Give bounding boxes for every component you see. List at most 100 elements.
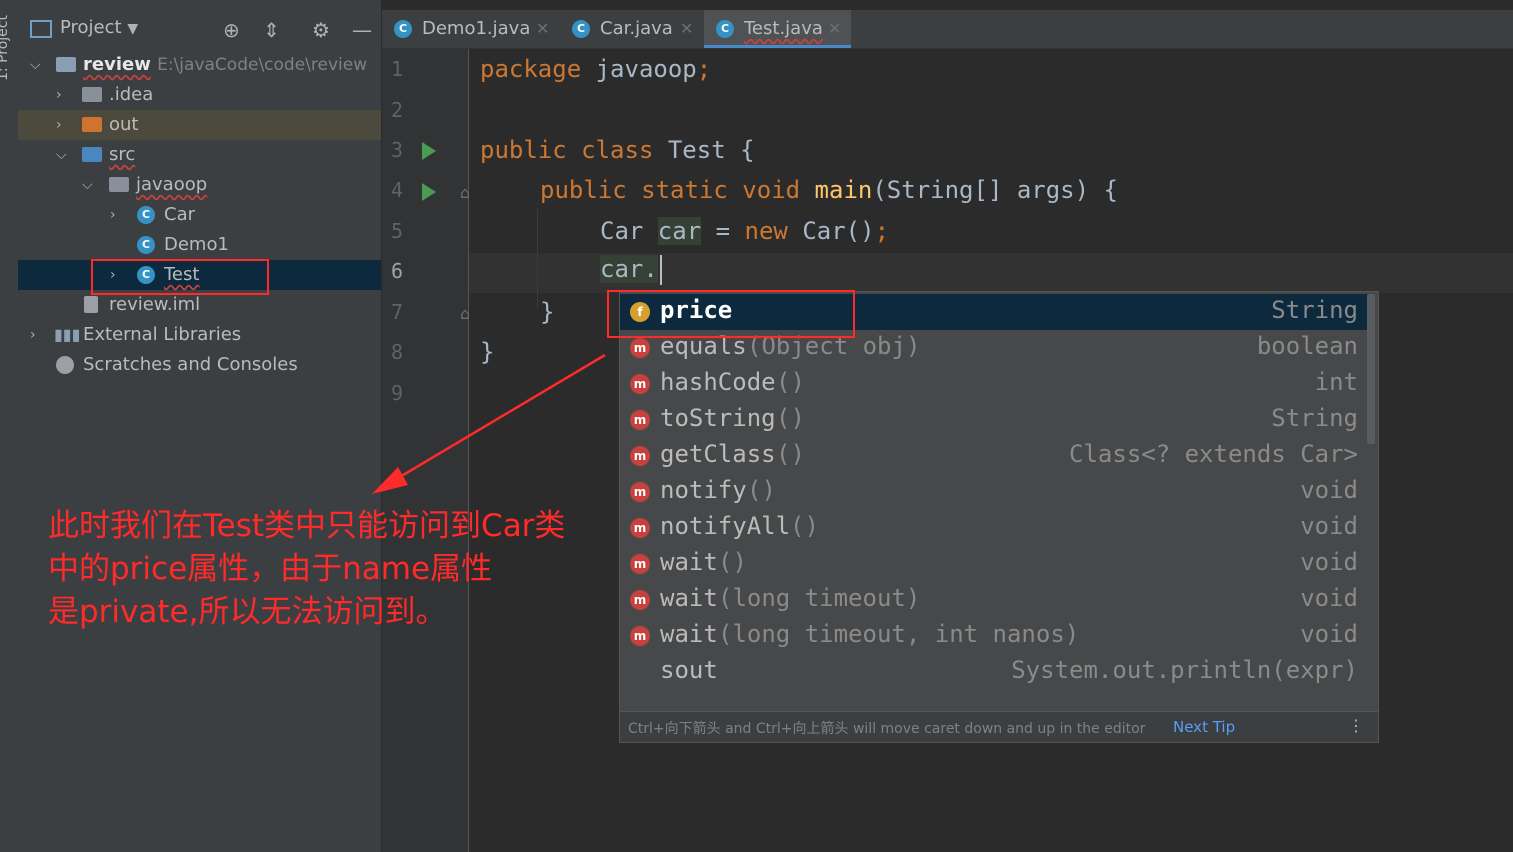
completion-item-name: wait <box>660 584 718 612</box>
completion-item-name: wait <box>660 620 718 648</box>
next-tip-link[interactable]: Next Tip <box>1173 718 1235 736</box>
completion-item-params: (long timeout) <box>718 584 921 612</box>
scratches-icon <box>56 356 74 374</box>
footer-tip: Ctrl+向下箭头 and Ctrl+向上箭头 will move caret … <box>628 721 1146 737</box>
method-icon: m <box>630 410 650 430</box>
method-icon: m <box>630 374 650 394</box>
tree-item-external-libraries[interactable]: › ▮▮▮ External Libraries <box>18 320 381 350</box>
completion-item[interactable]: m notify() void <box>620 474 1370 510</box>
close-icon[interactable]: ✕ <box>828 10 841 48</box>
code-line-1: package javaoop; <box>480 55 712 83</box>
tree-item-out[interactable]: › out <box>18 110 381 140</box>
completion-item-type: boolean <box>1256 332 1358 360</box>
module-folder-icon <box>56 57 76 72</box>
method-icon: m <box>630 338 650 358</box>
close-icon[interactable]: ✕ <box>680 10 693 48</box>
tree-item-idea[interactable]: › .idea <box>18 80 381 110</box>
method-icon: m <box>630 518 650 538</box>
tab-car-java[interactable]: C Car.java ✕ <box>560 10 702 48</box>
tree-item-javaoop[interactable]: ⌵ javaoop <box>18 170 381 200</box>
collapse-all-icon[interactable]: ⇕ <box>263 18 280 42</box>
library-icon: ▮▮▮ <box>54 325 81 344</box>
code-line-4: public static void main(String[] args) { <box>540 176 1118 204</box>
popup-scrollbar[interactable] <box>1367 294 1375 444</box>
chevron-right-icon: › <box>110 207 116 223</box>
completion-item-type: void <box>1300 512 1358 540</box>
tab-test-java[interactable]: C Test.java ✕ <box>704 10 851 48</box>
completion-item-type: System.out.println(expr) <box>1011 656 1358 684</box>
project-view-icon <box>30 20 52 38</box>
gear-icon[interactable]: ⚙ <box>312 18 330 42</box>
line-number: 7 <box>390 300 404 324</box>
chevron-down-icon: ▼ <box>127 21 139 37</box>
run-icon[interactable] <box>422 183 436 201</box>
completion-item[interactable]: m wait (long timeout) void <box>620 582 1370 618</box>
locate-icon[interactable]: ⊕ <box>223 18 240 42</box>
line-number: 5 <box>390 219 404 243</box>
project-panel-header: Project ▼ ⊕ ⇕ ⚙ — <box>18 10 381 50</box>
tree-item-car[interactable]: › C Car <box>18 200 381 230</box>
runnable-class-icon: C <box>716 20 734 38</box>
tree-item-review[interactable]: ⌵ review E:\javaCode\code\review <box>18 50 381 80</box>
completion-item-params: () <box>790 512 819 540</box>
run-icon[interactable] <box>422 142 436 160</box>
source-folder-icon <box>82 147 102 162</box>
completion-item-type: String <box>1271 296 1358 324</box>
annotation-note: 此时我们在Test类中只能访问到Car类 中的price属性，由于name属性 … <box>48 508 566 630</box>
completion-item[interactable]: m toString() String <box>620 402 1370 438</box>
close-icon[interactable]: ✕ <box>536 10 549 48</box>
completion-list: f price String m equals (Object obj) boolean m h… <box>620 292 1378 710</box>
line-number: 8 <box>390 340 404 364</box>
tree-item-src[interactable]: ⌵ src <box>18 140 381 170</box>
code-line-5: Car car = new Car(); <box>600 217 890 245</box>
completion-item-type: void <box>1300 548 1358 576</box>
chevron-down-icon: ⌵ <box>56 147 67 163</box>
code-line-3: public class Test { <box>480 136 755 164</box>
completion-item-name: wait <box>660 548 718 576</box>
class-icon: C <box>137 236 155 254</box>
chevron-right-icon: › <box>56 117 62 133</box>
completion-item-name: hashCode <box>660 368 776 396</box>
completion-item[interactable]: m hashCode() int <box>620 366 1370 402</box>
code-line-6: car. <box>600 255 662 285</box>
chevron-right-icon: › <box>30 327 36 343</box>
project-tool-button[interactable]: 1: Project <box>0 15 11 81</box>
completion-item-params: () <box>747 476 776 504</box>
project-panel: Project ▼ ⊕ ⇕ ⚙ — ⌵ review E:\javaCode\c… <box>18 0 382 852</box>
completion-item-type: void <box>1300 584 1358 612</box>
chevron-down-icon: ⌵ <box>30 57 41 73</box>
chevron-right-icon: › <box>56 87 62 103</box>
completion-item[interactable]: sout System.out.println(expr) <box>620 654 1370 690</box>
popup-footer: Ctrl+向下箭头 and Ctrl+向上箭头 will move caret … <box>620 711 1378 742</box>
completion-item-name: notifyAll <box>660 512 791 540</box>
completion-item-params: () <box>776 404 805 432</box>
tree-item-scratches[interactable]: Scratches and Consoles <box>18 350 381 380</box>
completion-item-name: getClass <box>660 440 776 468</box>
completion-item[interactable]: m getClass() Class<? extends Car> <box>620 438 1370 474</box>
line-number: 9 <box>390 381 404 405</box>
line-number: 1 <box>390 57 404 81</box>
class-icon: C <box>137 206 155 224</box>
folder-icon <box>82 87 102 102</box>
more-options-icon[interactable]: ⋮ <box>1348 716 1364 735</box>
line-number: 3 <box>390 138 404 162</box>
iml-file-icon <box>84 296 98 313</box>
completion-item[interactable]: m notifyAll() void <box>620 510 1370 546</box>
completion-item[interactable]: m wait() void <box>620 546 1370 582</box>
completion-item-type: String <box>1271 404 1358 432</box>
completion-item[interactable]: m wait (long timeout, int nanos) void <box>620 618 1370 654</box>
project-view-selector[interactable]: Project ▼ <box>60 17 138 38</box>
line-number: 4 <box>390 178 404 202</box>
tab-demo1-java[interactable]: C Demo1.java ✕ <box>382 10 558 48</box>
completion-item-params: () <box>776 440 805 468</box>
method-icon: m <box>630 554 650 574</box>
completion-item-params: () <box>718 548 747 576</box>
completion-popup: f price String m equals (Object obj) boolean m h… <box>619 291 1379 743</box>
tree-item-demo1[interactable]: C Demo1 <box>18 230 381 260</box>
hide-icon[interactable]: — <box>352 18 372 42</box>
completion-item-type: int <box>1314 368 1358 396</box>
excluded-folder-icon <box>82 117 102 132</box>
completion-item-type: Class<? extends Car> <box>1069 440 1358 468</box>
text-caret <box>659 255 662 285</box>
completion-item-type: void <box>1300 620 1358 648</box>
